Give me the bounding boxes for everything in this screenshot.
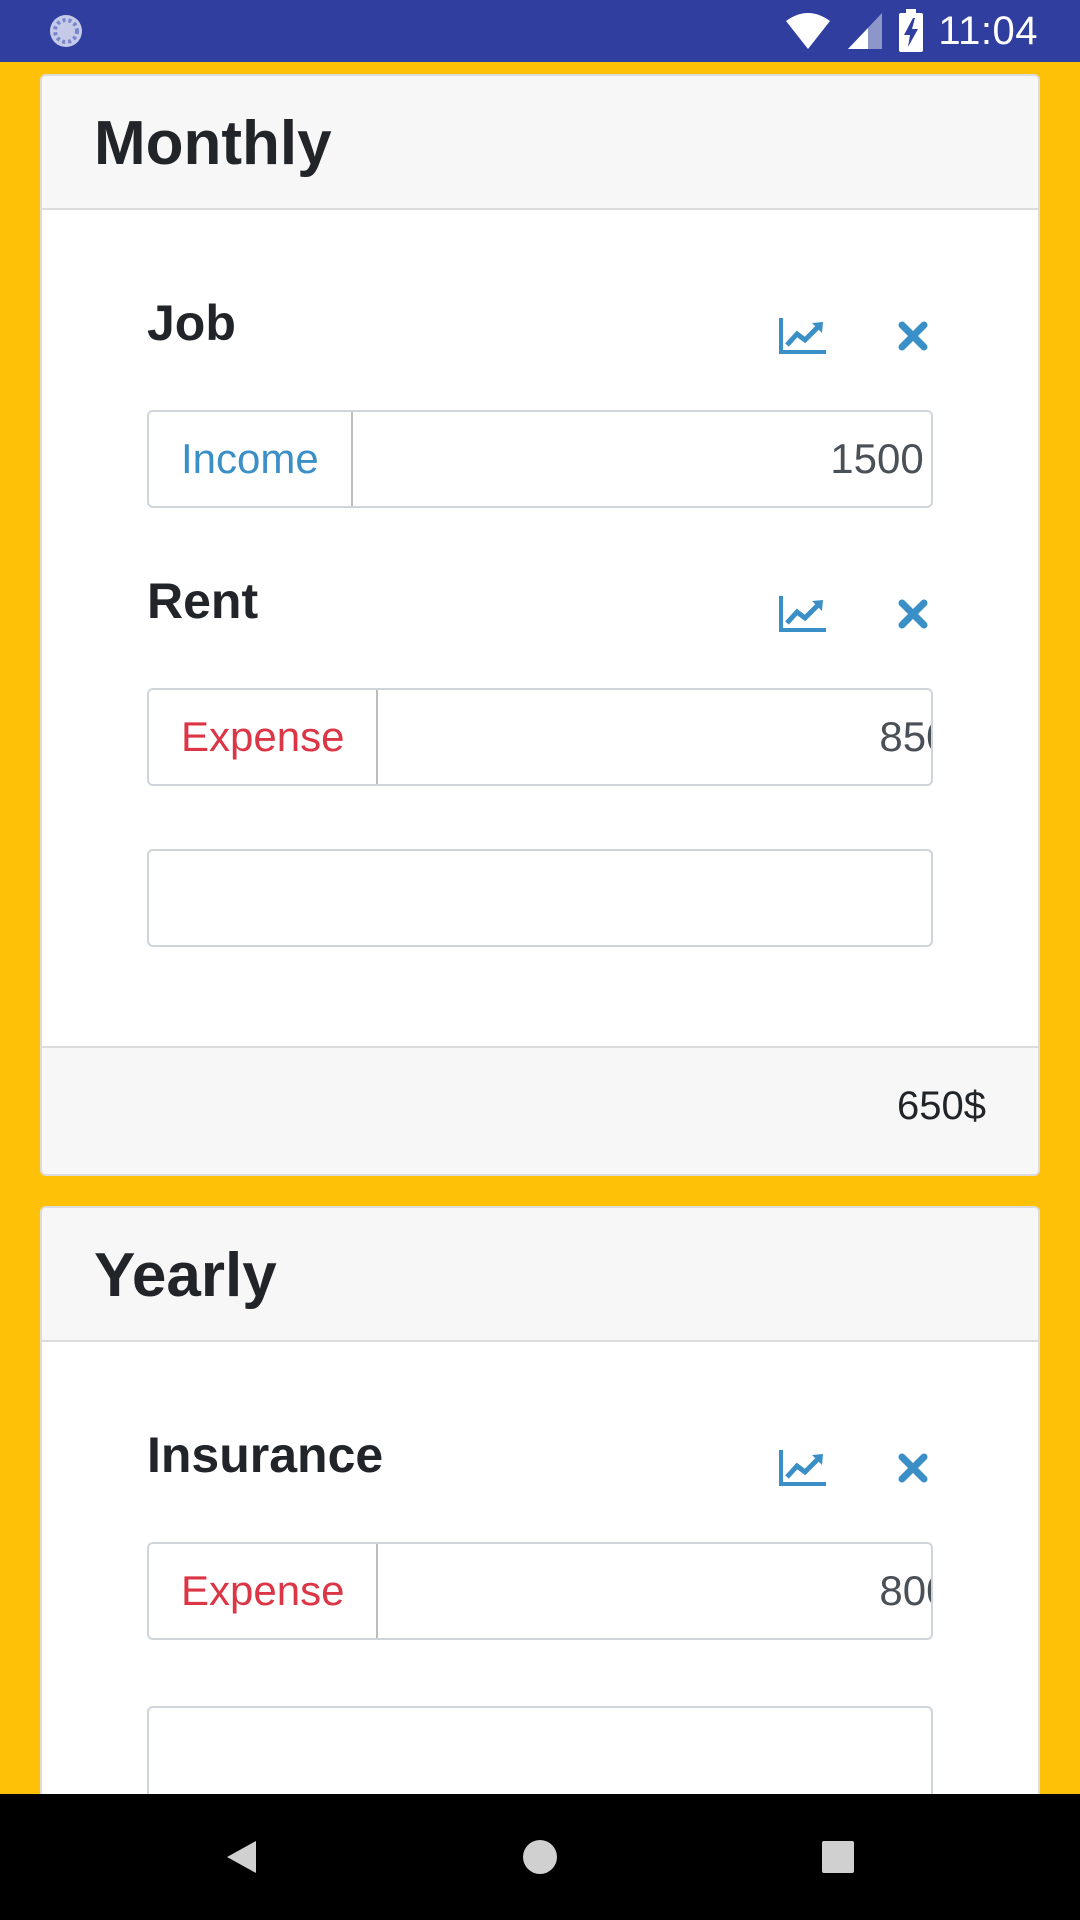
amount-input-group: Income $ [147, 410, 933, 508]
entry-actions [733, 1438, 933, 1498]
delete-button[interactable] [883, 306, 943, 366]
home-icon [523, 1840, 557, 1874]
chart-button[interactable] [773, 306, 833, 366]
entry-actions [733, 306, 933, 366]
entry-name: Rent [147, 573, 259, 629]
amount-input[interactable] [352, 412, 931, 506]
income-toggle-button[interactable]: Income [149, 412, 353, 506]
app-loading-icon [50, 15, 82, 47]
yearly-card: Yearly Insurance Expense 800 [40, 1206, 1040, 1794]
home-button[interactable] [510, 1827, 570, 1887]
recents-icon [822, 1841, 854, 1873]
signal-icon [848, 13, 883, 49]
entry-rent: Rent Expense 850 [147, 572, 933, 792]
card-header: Yearly [42, 1208, 1038, 1342]
amount-input-group: Expense $ [147, 1542, 933, 1640]
close-icon [898, 1453, 928, 1483]
battery-charging-icon [899, 9, 924, 52]
delete-button[interactable] [883, 584, 943, 644]
entry-job: Job Income 1500 [147, 294, 933, 514]
monthly-total: 650$ [897, 1084, 986, 1128]
back-button[interactable] [211, 1827, 271, 1887]
new-entry-input[interactable] [147, 1706, 933, 1794]
card-header: Monthly [42, 76, 1038, 210]
navigation-bar [0, 1794, 1080, 1920]
card-title: Yearly [94, 1241, 277, 1310]
card-title: Monthly [94, 109, 332, 178]
wifi-icon [786, 13, 831, 49]
expense-toggle-button[interactable]: Expense [149, 1544, 379, 1638]
entry-name: Job [147, 295, 236, 351]
clock: 11:04 [938, 8, 1038, 53]
entry-insurance: Insurance Expense 800 [147, 1426, 933, 1646]
scroll-content[interactable]: Monthly Job Income 1500 Rent Expense 850… [0, 62, 1080, 1794]
status-bar: 11:04 [0, 0, 1080, 62]
chart-button[interactable] [773, 584, 833, 644]
close-icon [898, 599, 928, 629]
close-icon [898, 321, 928, 351]
new-entry-input[interactable] [147, 849, 933, 947]
chart-button[interactable] [773, 1438, 833, 1498]
amount-input[interactable] [378, 1544, 931, 1638]
line-chart-icon [779, 1450, 826, 1486]
expense-toggle-button[interactable]: Expense [149, 690, 379, 784]
entry-actions [733, 584, 933, 644]
amount-input-group: Expense $ [147, 688, 933, 786]
monthly-card: Monthly Job Income 1500 Rent Expense 850… [40, 74, 1040, 1176]
line-chart-icon [779, 596, 826, 632]
recents-button[interactable] [808, 1827, 868, 1887]
line-chart-icon [779, 318, 826, 354]
back-icon [227, 1841, 256, 1873]
card-footer: 650$ [42, 1046, 1038, 1174]
entry-name: Insurance [147, 1427, 384, 1483]
amount-input[interactable] [378, 690, 931, 784]
delete-button[interactable] [883, 1438, 943, 1498]
